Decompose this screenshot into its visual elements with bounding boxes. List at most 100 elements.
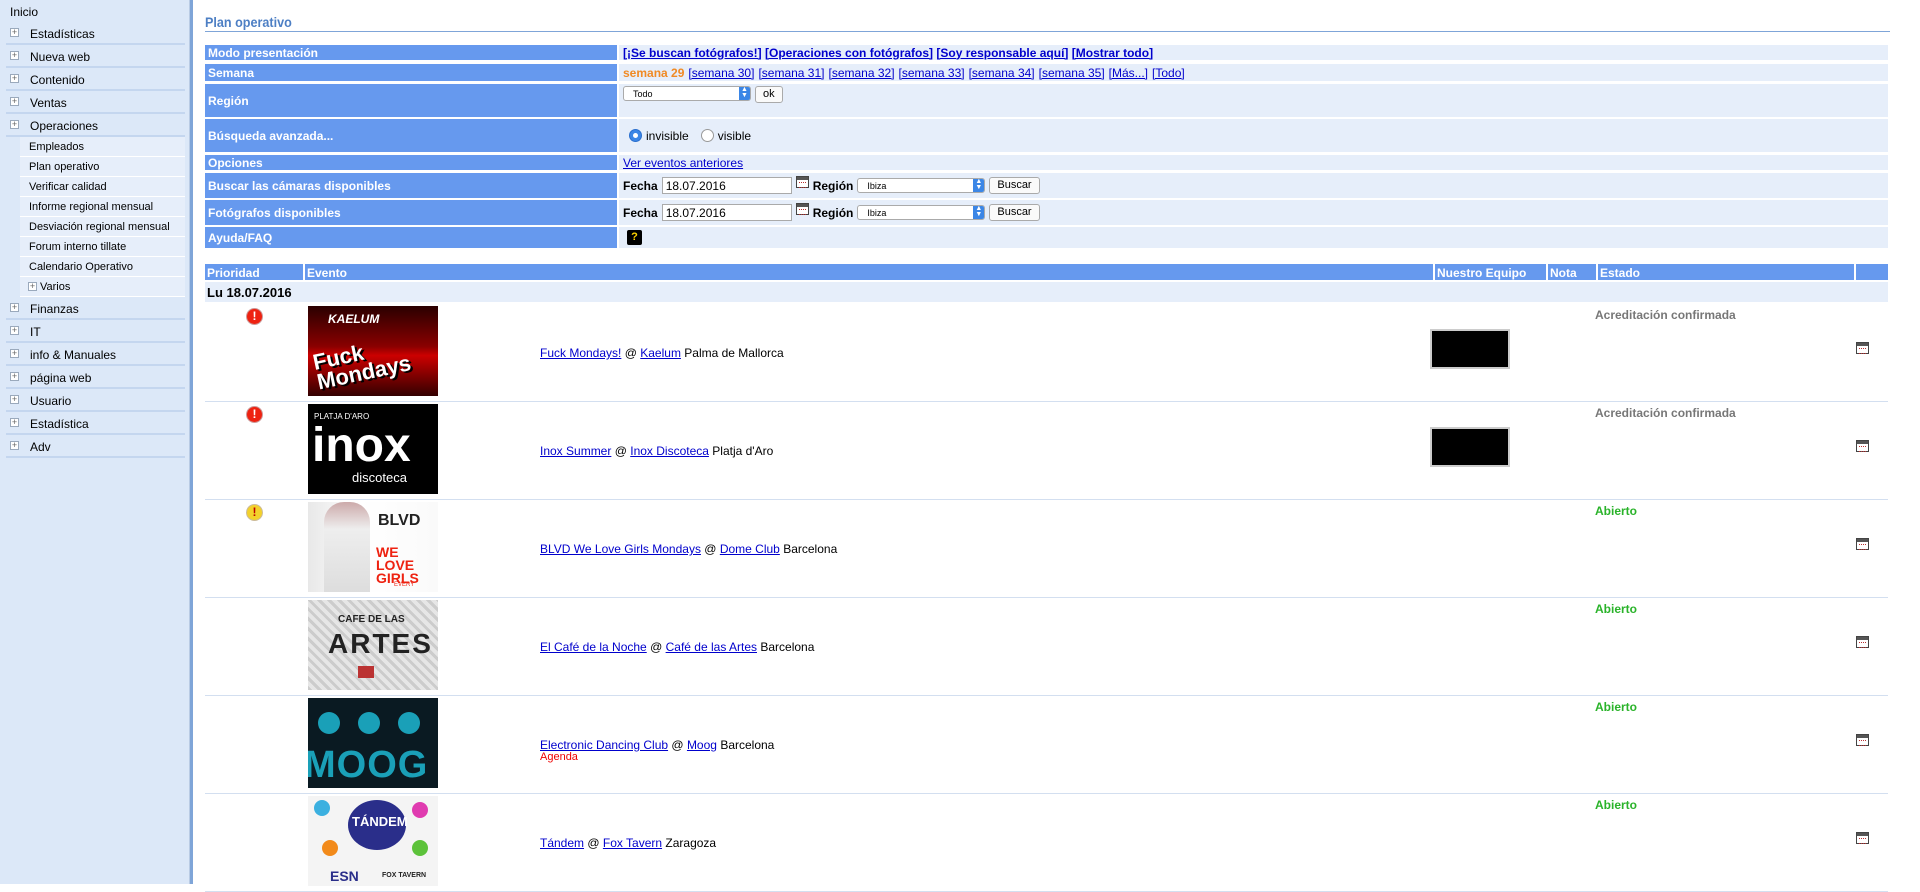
event-thumbnail[interactable]: MOOG (308, 698, 438, 788)
sidebar-item-it[interactable]: + IT (6, 320, 185, 343)
sidebar-item-label: info & Manuales (30, 348, 117, 362)
sidebar-subitem-verificar-calidad[interactable]: Verificar calidad (20, 177, 185, 197)
camaras-label: Buscar las cámaras disponibles (205, 173, 617, 198)
camaras-region-select[interactable]: Ibiza ▲ ▼ (857, 178, 986, 193)
sidebar: Inicio + Estadísticas + Nueva web + Contenido… (0, 0, 190, 884)
expand-plus-icon[interactable]: + (10, 303, 19, 312)
modo-label: Modo presentación (205, 45, 617, 60)
radio-invisible-label: invisible (646, 128, 689, 143)
sidebar-item-usuario[interactable]: + Usuario (6, 389, 185, 412)
link-se-buscan-fotografos[interactable]: [¡Se buscan fotógrafos!] (623, 46, 762, 60)
busqueda-controls: invisible visible (619, 119, 1888, 152)
sidebar-item-finanzas[interactable]: + Finanzas (6, 297, 185, 320)
event-name-link[interactable]: El Café de la Noche (540, 640, 647, 654)
link-semana-34[interactable]: [semana 34] (969, 66, 1035, 80)
sidebar-item-info-manuales[interactable]: + info & Manuales (6, 343, 185, 366)
event-name-link[interactable]: Inox Summer (540, 444, 611, 458)
calendar-icon[interactable] (795, 202, 809, 215)
sidebar-subitem-plan-operativo[interactable]: Plan operativo (20, 157, 185, 177)
camaras-fecha-input[interactable]: 18.07.2016 (661, 177, 792, 194)
link-ver-eventos-anteriores[interactable]: Ver eventos anteriores (623, 156, 743, 170)
expand-plus-icon[interactable]: + (10, 418, 19, 427)
col-prioridad[interactable]: Prioridad (205, 264, 305, 280)
link-semana-mas[interactable]: [Más...] (1109, 66, 1148, 80)
fotografos-fecha-input[interactable]: 18.07.2016 (661, 204, 792, 221)
sidebar-subitem-forum-interno-tillate[interactable]: Forum interno tillate (20, 237, 185, 257)
expand-plus-icon[interactable]: + (10, 74, 19, 83)
link-semana-32[interactable]: [semana 32] (828, 66, 894, 80)
calendar-icon[interactable] (1856, 832, 1869, 847)
event-thumbnail[interactable]: KAELUM Fuck Mondays (308, 306, 438, 396)
link-semana-33[interactable]: [semana 33] (899, 66, 965, 80)
event-thumbnail[interactable]: CAFE DE LAS ARTES (308, 600, 438, 690)
expand-plus-icon[interactable]: + (28, 282, 37, 291)
calendar-icon[interactable] (1856, 636, 1869, 651)
sidebar-item-adv[interactable]: + Adv (6, 435, 185, 458)
radio-visible[interactable] (700, 129, 714, 142)
link-mostrar-todo[interactable]: [Mostrar todo] (1072, 46, 1153, 60)
sidebar-subitem-informe-regional-mensual[interactable]: Informe regional mensual (20, 197, 185, 217)
sidebar-item-label: Usuario (30, 394, 72, 408)
expand-plus-icon[interactable]: + (10, 51, 19, 60)
event-thumbnail[interactable]: PLATJA D'ARO inox discoteca (308, 404, 438, 494)
link-semana-31[interactable]: [semana 31] (758, 66, 824, 80)
expand-plus-icon[interactable]: + (10, 372, 19, 381)
sidebar-subitem-calendario-operativo[interactable]: Calendario Operativo (20, 257, 185, 277)
region-ok-button[interactable]: ok (755, 86, 783, 103)
fotografos-region-select[interactable]: Ibiza ▲ ▼ (857, 205, 986, 220)
venue-link[interactable]: Inox Discoteca (630, 444, 709, 458)
link-semana-todo[interactable]: [Todo] (1152, 66, 1185, 80)
event-thumbnail[interactable]: BLVD WE LOVE GIRLS EVERY (308, 502, 438, 592)
sidebar-subitem-varios[interactable]: + Varios (20, 277, 185, 297)
sidebar-item-contenido[interactable]: + Contenido (6, 68, 185, 91)
sidebar-item-estad-stica[interactable]: + Estadística (6, 412, 185, 435)
event-thumbnail[interactable]: TÁNDEM ESN FOX TAVERN (308, 796, 438, 886)
event-name-link[interactable]: BLVD We Love Girls Mondays (540, 542, 701, 556)
calendar-icon[interactable] (1856, 734, 1869, 749)
sidebar-item-ventas[interactable]: + Ventas (6, 91, 185, 114)
sidebar-subitem-desviaci-n-regional-mensual[interactable]: Desviación regional mensual (20, 217, 185, 237)
region-select[interactable]: Todo ▲ ▼ (623, 86, 751, 101)
venue-link[interactable]: Dome Club (720, 542, 780, 556)
expand-plus-icon[interactable]: + (10, 97, 19, 106)
link-operaciones-con-fotografos[interactable]: [Operaciones con fotógrafos] (765, 46, 933, 60)
row-busqueda: Búsqueda avanzada... invisible visible (205, 119, 1888, 152)
link-semana-30[interactable]: [semana 30] (688, 66, 754, 80)
event-name-link[interactable]: Tándem (540, 836, 584, 850)
event-name-link[interactable]: Electronic Dancing Club (540, 738, 668, 752)
sidebar-item-p-gina-web[interactable]: + página web (6, 366, 185, 389)
sidebar-subitem-empleados[interactable]: Empleados (20, 137, 185, 157)
col-nota[interactable]: Nota (1548, 264, 1598, 280)
venue-link[interactable]: Moog (687, 738, 717, 752)
radio-invisible[interactable] (629, 129, 642, 142)
event-city: Barcelona (720, 738, 775, 752)
calendar-icon[interactable] (1856, 342, 1869, 357)
sidebar-item-operaciones[interactable]: + Operaciones (6, 114, 185, 137)
expand-plus-icon[interactable]: + (10, 326, 19, 335)
link-semana-35[interactable]: [semana 35] (1039, 66, 1105, 80)
link-soy-responsable[interactable]: [Soy responsable aquí] (936, 46, 1068, 60)
event-row: CAFE DE LAS ARTES El Café de la Noche @ Ca… (205, 598, 1888, 696)
venue-link[interactable]: Kaelum (640, 346, 681, 360)
agenda-label[interactable]: Agenda (540, 751, 578, 763)
sidebar-item-nueva-web[interactable]: + Nueva web (6, 45, 185, 68)
fotografos-buscar-button[interactable]: Buscar (989, 204, 1040, 221)
help-icon[interactable]: ? (627, 230, 642, 245)
venue-link[interactable]: Café de las Artes (666, 640, 757, 654)
sidebar-item-inicio[interactable]: Inicio (0, 0, 189, 22)
calendar-icon[interactable] (795, 175, 809, 188)
expand-plus-icon[interactable]: + (10, 395, 19, 404)
col-evento[interactable]: Evento (305, 264, 1435, 280)
expand-plus-icon[interactable]: + (10, 120, 19, 129)
expand-plus-icon[interactable]: + (10, 441, 19, 450)
venue-link[interactable]: Fox Tavern (603, 836, 662, 850)
sidebar-item-estad-sticas[interactable]: + Estadísticas (6, 22, 185, 45)
event-name-link[interactable]: Fuck Mondays! (540, 346, 621, 360)
col-nuestro-equipo[interactable]: Nuestro Equipo (1435, 264, 1548, 280)
expand-plus-icon[interactable]: + (10, 349, 19, 358)
col-estado[interactable]: Estado (1598, 264, 1856, 280)
calendar-icon[interactable] (1856, 538, 1869, 553)
camaras-buscar-button[interactable]: Buscar (989, 177, 1040, 194)
calendar-icon[interactable] (1856, 440, 1869, 455)
expand-plus-icon[interactable]: + (10, 28, 19, 37)
